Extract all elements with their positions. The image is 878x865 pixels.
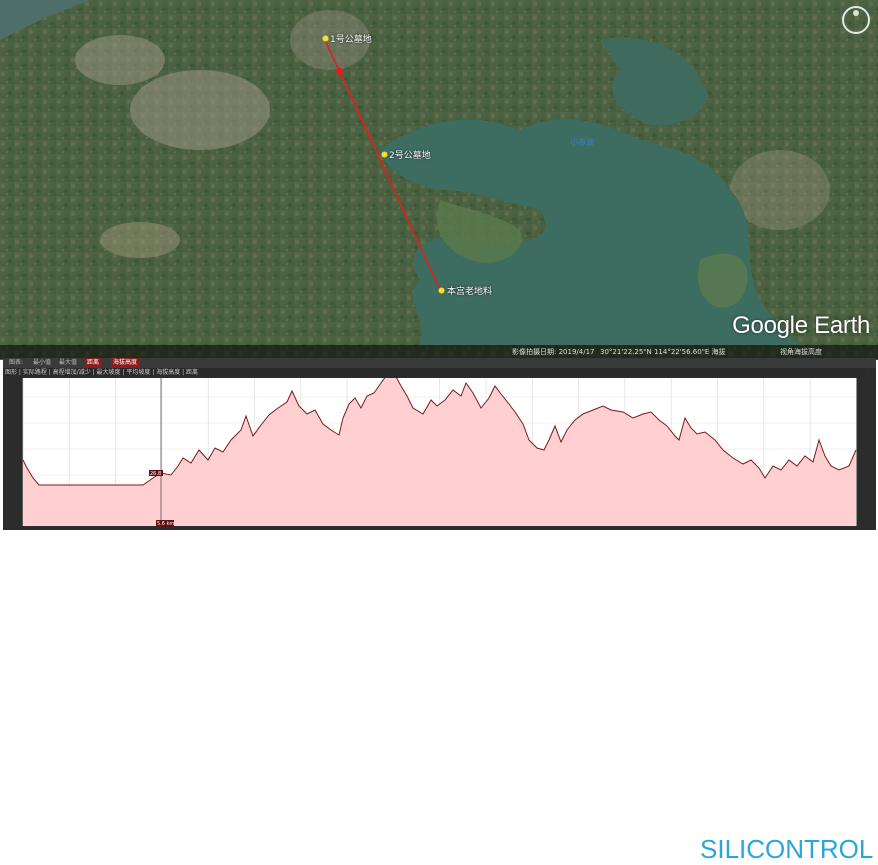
satellite-imagery: [0, 0, 878, 360]
compass-icon[interactable]: [842, 6, 870, 34]
toolbar-label-min[interactable]: 最小值: [33, 358, 51, 368]
placemark-label-1[interactable]: 1号公墓地: [330, 32, 372, 45]
toolbar-label-distance[interactable]: 距离: [85, 358, 102, 368]
route-cursor-marker-icon: [336, 68, 343, 78]
imagery-date: 影像拍摄日期: 2019/4/17: [512, 348, 595, 356]
elevation-profile-panel[interactable]: 图表: 最小值 最大值 距离 海拔高度 图形 | 实际路程 | 高程增加/减少 …: [3, 358, 876, 864]
lake-label: 小赤湖: [570, 138, 594, 147]
cursor-label: 5.6 km: [157, 521, 174, 527]
toolbar-label-elevation[interactable]: 海拔高度: [111, 358, 140, 368]
eye-altitude: 视角海拔高度: [780, 348, 822, 356]
satellite-map[interactable]: 1号公墓地 2号公墓地 本宫老地料 小赤湖 Google Earth 影像拍摄日…: [0, 0, 878, 360]
pushpin-icon[interactable]: [381, 151, 388, 158]
elevation-chart[interactable]: 26.8 5.6 km: [3, 378, 876, 530]
cursor-value: 26.8: [150, 471, 161, 477]
coordinates-readout: 30°21'22.25"N 114°22'56.60"E 海拔: [600, 348, 726, 356]
google-earth-watermark: Google Earth: [732, 312, 870, 339]
profile-info-row: 图形 | 实际路程 | 高程增加/减少 | 最大坡度 | 平均坡度 | 海拔高度…: [5, 368, 865, 377]
placemark-label-2[interactable]: 2号公墓地: [389, 148, 431, 161]
toolbar-label-max[interactable]: 最大值: [59, 358, 77, 368]
placemark-label-3[interactable]: 本宫老地料: [447, 284, 492, 297]
pushpin-icon[interactable]: [438, 287, 445, 294]
status-bar: 影像拍摄日期: 2019/4/17 30°21'22.25"N 114°22'5…: [0, 345, 878, 359]
pushpin-icon[interactable]: [322, 35, 329, 42]
siliconrol-logo: SILICONTROL: [700, 834, 874, 864]
profile-toolbar: 图表: 最小值 最大值 距离 海拔高度: [3, 358, 876, 368]
toolbar-label-chart: 图表:: [9, 359, 24, 366]
